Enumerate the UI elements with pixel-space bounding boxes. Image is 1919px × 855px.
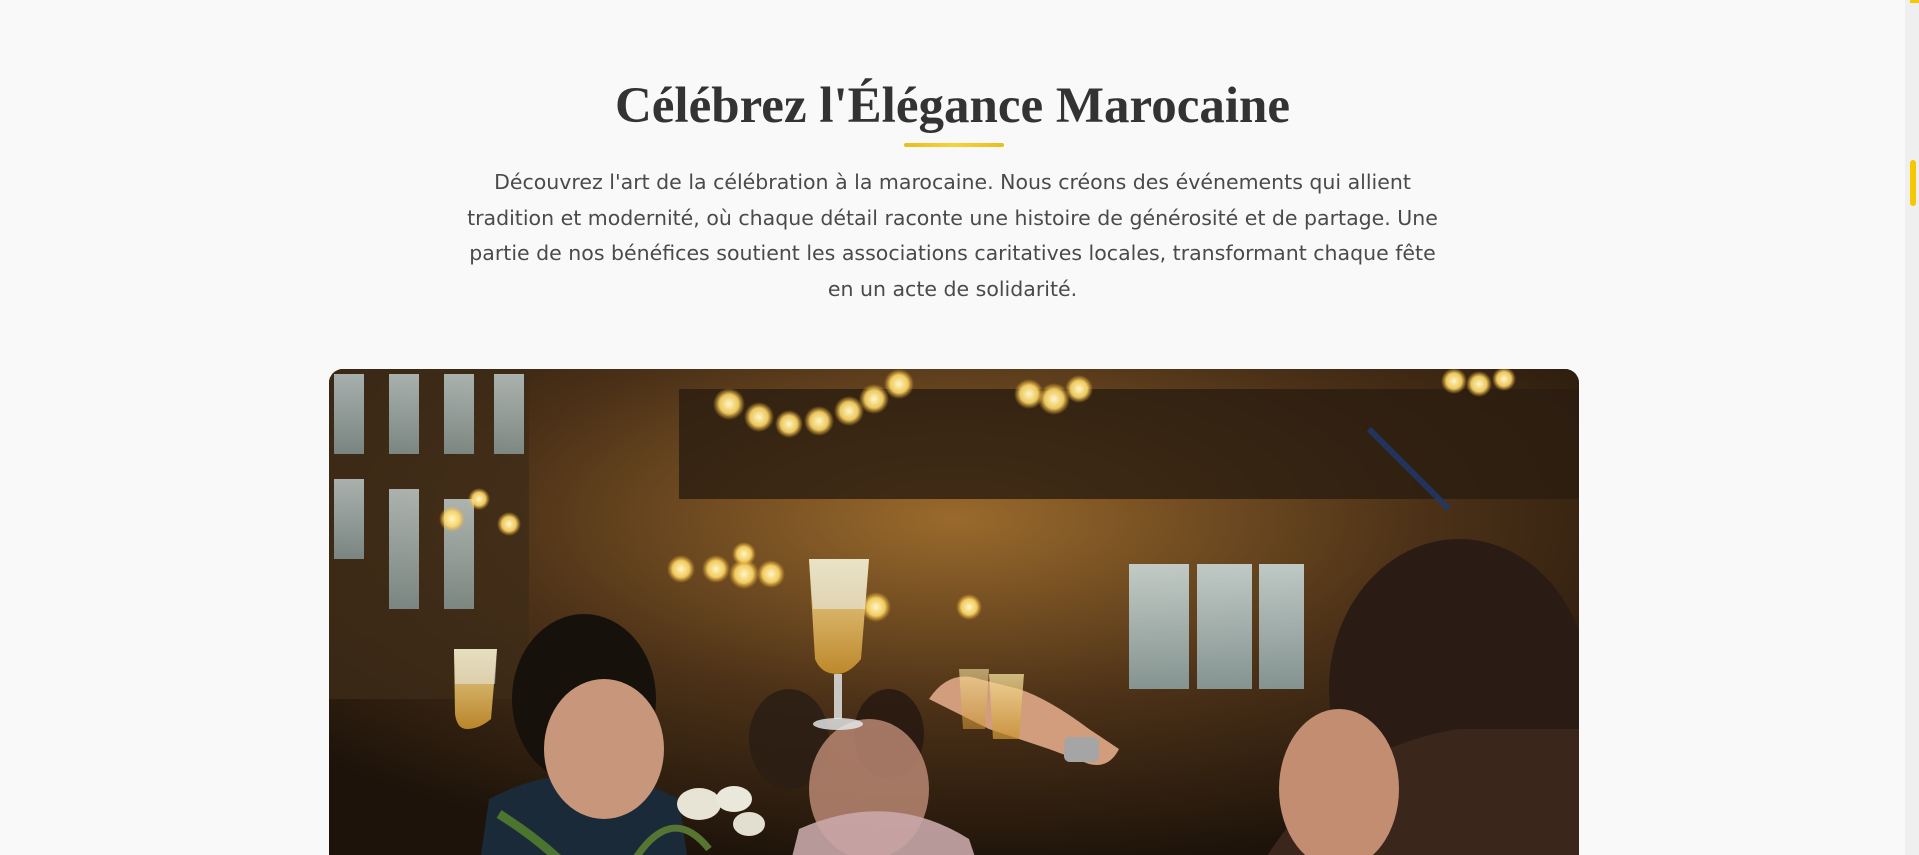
page-title: Célébrez l'Élégance Marocaine (614, 78, 1291, 134)
intro-paragraph: Découvrez l'art de la célébration à la m… (467, 170, 1438, 301)
celebration-photo (329, 369, 1579, 855)
title-underline (904, 143, 1004, 147)
scrollbar-thumb[interactable] (1910, 160, 1916, 206)
page: Célébrez l'Élégance Marocaine Découvrez … (0, 0, 1919, 855)
main-content: Célébrez l'Élégance Marocaine Découvrez … (0, 0, 1905, 855)
scroll-progress-indicator (1910, 0, 1919, 3)
scrollbar[interactable] (1905, 0, 1919, 855)
